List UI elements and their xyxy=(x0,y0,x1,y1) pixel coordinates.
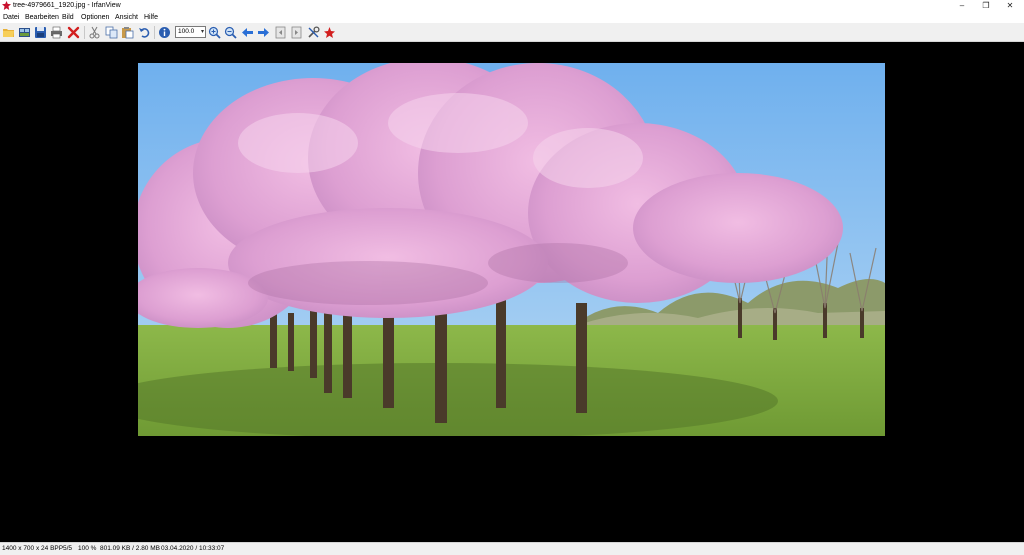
menu-hilfe[interactable]: Hilfe xyxy=(144,12,158,23)
last-page-icon[interactable] xyxy=(290,26,303,39)
copy-icon[interactable] xyxy=(105,26,118,39)
menu-bild[interactable]: Bild xyxy=(62,12,74,23)
cut-icon[interactable] xyxy=(88,26,101,39)
menu-datei[interactable]: Datei xyxy=(3,12,19,23)
undo-icon[interactable] xyxy=(138,26,151,39)
status-datetime: 03.04.2020 / 10:33:07 xyxy=(161,545,225,552)
status-dimensions: 1400 x 700 x 24 BPP xyxy=(2,545,64,552)
save-icon[interactable] xyxy=(34,26,47,39)
status-bar: 1400 x 700 x 24 BPP 5/5 100 % 801.09 KB … xyxy=(0,542,1024,555)
toolbar-separator xyxy=(154,26,155,39)
zoom-out-icon[interactable] xyxy=(224,26,237,39)
next-icon[interactable] xyxy=(257,26,270,39)
delete-icon[interactable] xyxy=(67,26,80,39)
toolbar-separator xyxy=(84,26,85,39)
previous-icon[interactable] xyxy=(241,26,254,39)
close-button[interactable]: ✕ xyxy=(996,0,1024,12)
info-icon[interactable] xyxy=(158,26,171,39)
zoom-value: 100.0 xyxy=(178,28,195,35)
first-page-icon[interactable] xyxy=(274,26,287,39)
chevron-down-icon[interactable]: ▾ xyxy=(201,27,204,37)
open-folder-icon[interactable] xyxy=(2,26,15,39)
menu-bar: Datei Bearbeiten Bild Optionen Ansicht H… xyxy=(0,12,1024,23)
title-bar: tree-4979661_1920.jpg - IrfanView – ❐ ✕ xyxy=(0,0,1024,12)
zoom-select[interactable]: 100.0 ▾ xyxy=(175,26,206,38)
paste-icon[interactable] xyxy=(121,26,134,39)
print-icon[interactable] xyxy=(50,26,63,39)
displayed-photo[interactable] xyxy=(138,63,885,436)
toolbar: 100.0 ▾ xyxy=(0,23,1024,42)
zoom-in-icon[interactable] xyxy=(208,26,221,39)
menu-bearbeiten[interactable]: Bearbeiten xyxy=(25,12,59,23)
menu-ansicht[interactable]: Ansicht xyxy=(115,12,138,23)
irfanview-app-icon[interactable] xyxy=(2,1,11,10)
menu-optionen[interactable]: Optionen xyxy=(81,12,109,23)
status-filesize: 801.09 KB / 2.80 MB xyxy=(100,545,160,552)
status-index: 5/5 xyxy=(63,545,73,552)
settings-icon[interactable] xyxy=(307,26,320,39)
window-title: tree-4979661_1920.jpg - IrfanView xyxy=(13,2,121,9)
thumbnails-icon[interactable] xyxy=(18,26,31,39)
irfanview-icon[interactable] xyxy=(323,26,336,39)
status-zoom: 100 % xyxy=(78,545,97,552)
